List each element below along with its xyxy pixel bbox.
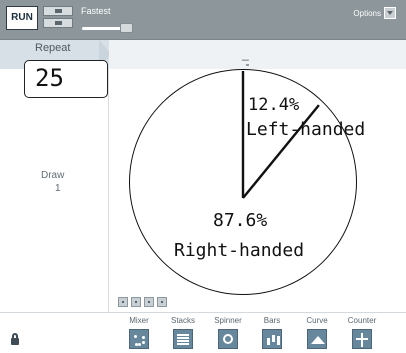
mixer-icon[interactable] [129, 329, 149, 349]
device-mixer[interactable]: Mixer [118, 316, 160, 351]
top-toolbar: RUN Fastest Options [0, 0, 406, 40]
sampler-app: RUN Fastest Options Repeat 25 Draw 1 _ 1… [0, 0, 406, 353]
spinner-icon[interactable] [218, 329, 238, 349]
left-handed-label: Left-handed [246, 119, 366, 140]
device-spinner[interactable]: Spinner [207, 316, 249, 351]
device-curve[interactable]: Curve [296, 316, 338, 351]
right-handed-label: Right-handed [174, 240, 305, 261]
draw-count: 1 [55, 183, 61, 194]
zoom-button[interactable] [131, 297, 141, 307]
speed-label: Fastest [81, 6, 111, 16]
run-button[interactable]: RUN [6, 6, 38, 30]
stop-button[interactable] [43, 18, 73, 28]
device-bars[interactable]: Bars [251, 316, 293, 351]
bars-icon[interactable] [262, 329, 282, 349]
zoom-controls [118, 297, 176, 307]
spinner-device: 12.4% Left-handed 87.6% Right-handed [109, 69, 406, 312]
zoom-button[interactable] [144, 297, 154, 307]
options-label[interactable]: Options [353, 9, 381, 19]
pause-icon [55, 9, 62, 13]
speed-slider[interactable] [82, 21, 134, 37]
chevron-down-icon[interactable] [384, 7, 396, 19]
speed-slider-thumb[interactable] [120, 23, 133, 33]
repeat-input[interactable]: 25 [24, 60, 108, 98]
counter-icon[interactable] [352, 329, 372, 349]
device-stacks[interactable]: Stacks [162, 316, 204, 351]
right-handed-percentage: 87.6% [213, 210, 268, 231]
zoom-button[interactable] [157, 297, 167, 307]
curve-icon[interactable] [307, 329, 327, 349]
draw-label: Draw [41, 170, 65, 181]
device-bar: Mixer Stacks Spinner Bars Curve Counter [0, 312, 406, 353]
device-mixer-label: Mixer [129, 316, 149, 325]
device-stacks-label: Stacks [170, 316, 195, 325]
measure-header: _ [109, 40, 406, 69]
repeat-label: Repeat [35, 42, 71, 54]
lock-icon[interactable] [10, 333, 22, 347]
left-panel: Repeat 25 Draw 1 [0, 40, 138, 312]
zoom-button[interactable] [118, 297, 128, 307]
measure-tick [246, 64, 249, 66]
device-bars-label: Bars [263, 316, 281, 325]
device-counter-label: Counter [347, 316, 377, 325]
measure-label[interactable]: _ [242, 48, 249, 60]
device-counter[interactable]: Counter [341, 316, 383, 351]
stop-icon [55, 21, 62, 25]
device-spinner-label: Spinner [214, 316, 242, 325]
lock-body [11, 338, 19, 345]
stacks-icon[interactable] [173, 329, 193, 349]
left-handed-percentage: 12.4% [248, 95, 300, 115]
pause-button[interactable] [43, 6, 73, 16]
device-curve-label: Curve [306, 316, 328, 325]
